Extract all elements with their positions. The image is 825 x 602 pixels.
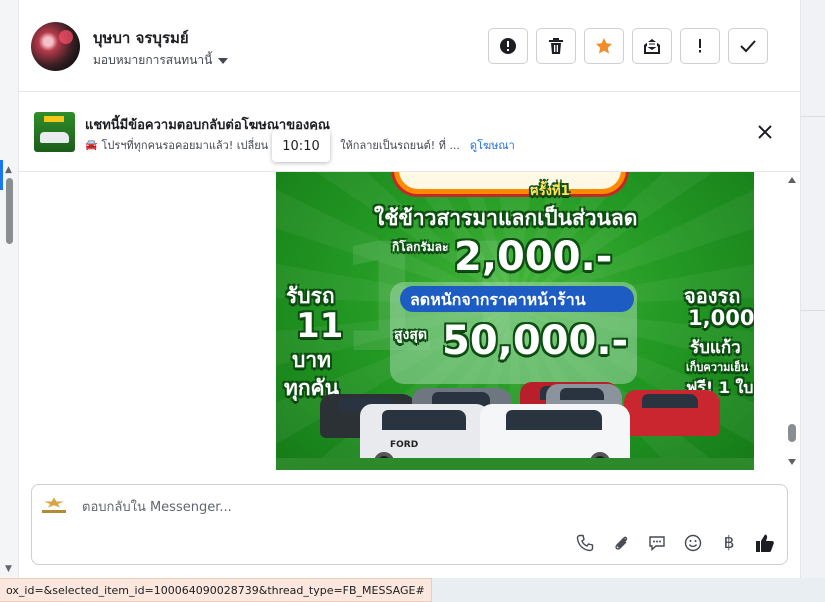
ad-image-message[interactable]: 11 ครั้งที่1 ใช้ข้าวสารมาแลกเป็นส่วนลด ก… bbox=[276, 172, 754, 470]
ad-car-brand: FORD bbox=[390, 440, 419, 450]
trash-icon bbox=[549, 38, 563, 54]
message-scrollbar-thumb[interactable] bbox=[788, 424, 796, 442]
envelope-icon bbox=[644, 39, 660, 54]
mark-unread-button[interactable] bbox=[632, 28, 672, 64]
message-thread[interactable]: 11 ครั้งที่1 ใช้ข้าวสารมาแลกเป็นส่วนลด ก… bbox=[19, 172, 800, 476]
close-ad-banner-button[interactable] bbox=[756, 123, 774, 141]
conversation-header: บุษบา จรบุรมย์ มอบหมายการสนทนานี้ bbox=[19, 0, 800, 92]
ad-right2: 1,000 bbox=[688, 306, 754, 330]
star-icon bbox=[596, 38, 612, 54]
ad-thumbnail[interactable] bbox=[34, 112, 75, 152]
scroll-down-icon[interactable] bbox=[788, 459, 796, 465]
thumbs-up-icon[interactable] bbox=[755, 533, 775, 553]
exclamation-circle-icon bbox=[500, 38, 516, 54]
ad-line3: กิโลกรัมละ bbox=[392, 240, 449, 254]
baht-icon[interactable]: ฿ bbox=[719, 533, 739, 553]
mark-spam-button[interactable] bbox=[488, 28, 528, 64]
left-accent-bar bbox=[0, 160, 3, 190]
assign-conversation-dropdown[interactable]: มอบหมายการสนทนานี้ bbox=[93, 51, 229, 70]
left-scroll-down-icon[interactable]: ▼ bbox=[5, 565, 12, 574]
left-scrollbar[interactable]: ▲ ▼ bbox=[0, 0, 19, 578]
car-emoji-icon: 🚘 bbox=[85, 139, 98, 151]
message-scrollbar[interactable] bbox=[785, 172, 799, 472]
left-scrollbar-thumb[interactable] bbox=[6, 178, 13, 244]
composer-tools: ฿ bbox=[575, 533, 775, 553]
reply-input[interactable] bbox=[80, 496, 720, 518]
ad-line1: ครั้งที่1 bbox=[530, 184, 570, 199]
exclamation-icon bbox=[699, 39, 701, 53]
ad-subtitle-part1: โปรฯที่ทุกคนรอคอยมาแล้ว! เปลี่ยน bbox=[101, 139, 269, 152]
left-scroll-up-icon[interactable]: ▲ bbox=[5, 166, 12, 175]
ad-image-top-banner bbox=[394, 172, 626, 194]
check-icon bbox=[740, 40, 756, 53]
right-side-panel bbox=[800, 0, 825, 578]
timestamp-tooltip: 10:10 bbox=[272, 130, 330, 162]
ad-amount1: 2,000.- bbox=[454, 234, 613, 280]
done-button[interactable] bbox=[728, 28, 768, 64]
chat-bubble-icon[interactable] bbox=[647, 533, 667, 553]
star-button[interactable] bbox=[584, 28, 624, 64]
delete-button[interactable] bbox=[536, 28, 576, 64]
avatar[interactable] bbox=[31, 22, 80, 71]
ad-amount2: 50,000.- bbox=[442, 318, 629, 364]
view-ad-link[interactable]: ดูโฆษณา bbox=[470, 136, 515, 154]
ad-cars-illustration: FORD bbox=[320, 380, 720, 470]
page-logo bbox=[40, 493, 68, 517]
assign-label: มอบหมายการสนทนานี้ bbox=[93, 53, 213, 67]
status-bar-url: ox_id=&selected_item_id=100064090028739&… bbox=[0, 578, 432, 602]
ad-line4: ลดหนักจากราคาหน้าร้าน bbox=[410, 290, 586, 309]
close-icon bbox=[758, 125, 772, 139]
paperclip-icon[interactable] bbox=[611, 533, 631, 553]
ad-right3: รับแก้ว bbox=[690, 338, 741, 358]
ad-subtitle-part2: ให้กลายเป็นรถยนต์! ที่ ... bbox=[340, 139, 460, 152]
emoji-icon[interactable] bbox=[683, 533, 703, 553]
ad-line2: ใช้ข้าวสารมาแลกเป็นส่วนลด bbox=[374, 206, 638, 230]
ad-right4: เก็บความเย็น bbox=[686, 361, 749, 374]
ad-left2: 11 bbox=[296, 306, 344, 346]
ad-reply-banner: แชทนี้มีข้อความตอบกลับต่อโฆษณาของคุณ 🚘 โ… bbox=[19, 93, 800, 172]
follow-up-button[interactable] bbox=[680, 28, 720, 64]
reply-composer: ฿ bbox=[31, 484, 788, 565]
contact-name[interactable]: บุษบา จรบุรมย์ bbox=[93, 26, 189, 50]
chevron-down-icon bbox=[218, 57, 229, 64]
scroll-up-icon[interactable] bbox=[788, 177, 796, 183]
header-actions bbox=[488, 28, 768, 64]
phone-icon[interactable] bbox=[575, 533, 595, 553]
ad-line5: สูงสุด bbox=[394, 327, 428, 343]
